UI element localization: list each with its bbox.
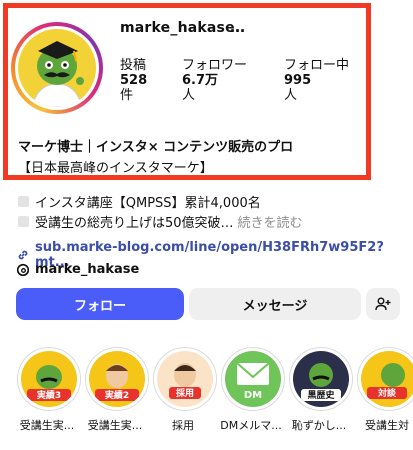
highlight-label: 受講生実... xyxy=(87,419,143,432)
highlight-label: 恥ずかし... xyxy=(291,419,347,432)
highlight-item[interactable]: 実績2 受講生実... xyxy=(82,347,149,433)
profile-avatar[interactable] xyxy=(11,22,103,114)
threads-icon xyxy=(16,263,30,277)
highlight-badge: 採用 xyxy=(176,387,194,399)
bio-line-1: インスタ講座【QMPSS】累計4,000名 xyxy=(18,192,261,211)
highlight-label: 受講生実... xyxy=(19,419,75,432)
stat-label: 投稿 xyxy=(120,58,147,73)
stat-label: フォロワー xyxy=(182,58,248,73)
add-person-icon xyxy=(375,297,391,311)
highlight-badge: DM xyxy=(244,390,262,401)
stat-label: フォロー中 xyxy=(284,58,350,73)
stat-value: 995 xyxy=(284,73,312,88)
stat-unit: 人 xyxy=(182,88,196,103)
stat-following[interactable]: フォロー中 995 人 xyxy=(284,58,349,103)
avatar-image xyxy=(18,29,96,107)
highlight-cover: 対談 xyxy=(361,351,413,407)
highlight-cover: 黒歴史 xyxy=(293,351,349,407)
read-more-link[interactable]: 続きを読む xyxy=(238,212,303,231)
username: marke_hakase xyxy=(120,20,235,36)
highlight-badge: 対談 xyxy=(377,387,397,399)
highlight-label: 受講生対 xyxy=(365,419,409,432)
highlight-item[interactable]: 実績3 受講生実... xyxy=(14,347,81,433)
highlight-label: 採用 xyxy=(172,419,194,432)
bullet-square-icon xyxy=(18,196,29,207)
highlight-cover: 採用 xyxy=(157,351,213,407)
highlight-item[interactable]: 対談 受講生対 xyxy=(354,347,413,433)
threads-handle: marke_hakase xyxy=(35,262,140,277)
highlight-cover: DM xyxy=(225,351,281,407)
highlight-badge: 実績3 xyxy=(37,389,61,401)
highlight-item[interactable]: 採用 採用 xyxy=(150,347,217,433)
stat-value: 528 xyxy=(120,73,148,88)
bullet-square-icon xyxy=(18,216,29,227)
stat-followers[interactable]: フォロワー 6.7万 人 xyxy=(182,58,247,103)
bio-line-text: 受講生の総売り上げは50億突破… xyxy=(35,216,234,231)
more-options-icon[interactable]: … xyxy=(230,18,246,36)
bio-tagline: 【日本最高峰のインスタマーケ】 xyxy=(18,161,213,176)
highlight-badge: 実績2 xyxy=(105,389,129,401)
highlight-badge: 黒歴史 xyxy=(307,389,335,401)
highlight-label: DMメルマ... xyxy=(220,419,282,432)
bio-name: マーケ博士｜インスタ× コンテンツ販売のプロ xyxy=(18,140,294,155)
bio-line-2: 受講生の総売り上げは50億突破… 続きを読む xyxy=(18,212,303,231)
highlight-item[interactable]: 黒歴史 恥ずかし... xyxy=(286,347,353,433)
stat-posts[interactable]: 投稿 528 件 xyxy=(120,58,147,103)
link-icon xyxy=(16,248,30,262)
threads-link[interactable]: marke_hakase xyxy=(16,262,139,277)
bio-line-text: インスタ講座【QMPSS】累計4,000名 xyxy=(35,196,261,211)
suggest-user-button[interactable] xyxy=(366,288,400,320)
highlight-cover: 実績2 xyxy=(89,351,145,407)
highlight-item[interactable]: DM DMメルマ... xyxy=(218,347,285,433)
highlight-cover: 実績3 xyxy=(21,351,77,407)
stat-unit: 件 xyxy=(120,88,134,103)
message-button[interactable]: メッセージ xyxy=(189,288,361,320)
stat-unit: 人 xyxy=(284,88,298,103)
stat-value: 6.7万 xyxy=(182,73,219,88)
follow-button[interactable]: フォロー xyxy=(16,288,184,320)
